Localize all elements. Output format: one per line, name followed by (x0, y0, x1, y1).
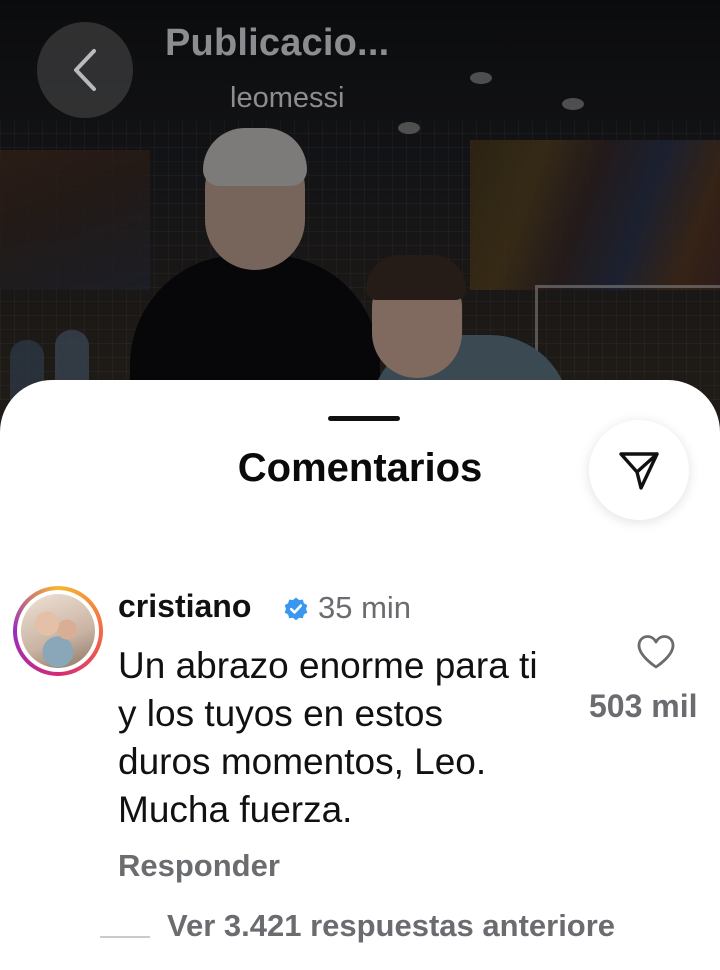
share-button[interactable] (589, 420, 689, 520)
avatar[interactable] (13, 586, 103, 676)
sheet-grabber[interactable] (328, 416, 400, 421)
avatar-border (17, 590, 99, 672)
comment-line: duros momentos, Leo. (118, 741, 487, 782)
comment-line: Un abrazo enorme para ti (118, 645, 538, 686)
reply-button[interactable]: Responder (118, 848, 280, 884)
page-subtitle[interactable]: leomessi (230, 82, 344, 115)
comment-line: Mucha fuerza. (118, 789, 353, 830)
heart-icon (637, 635, 675, 669)
view-replies-button[interactable]: Ver 3.421 respuestas anteriore (167, 908, 615, 944)
like-button[interactable] (636, 634, 676, 675)
comment-text: Un abrazo enorme para ti y los tuyos en … (118, 642, 598, 834)
verified-badge-icon (284, 597, 308, 621)
avatar-image (21, 594, 95, 668)
back-button[interactable] (37, 22, 133, 118)
chevron-left-icon (74, 49, 96, 91)
replies-divider (100, 936, 150, 938)
comment-time: 35 min (318, 590, 412, 625)
page-title: Publicacio... (165, 22, 390, 64)
comments-sheet: Comentarios cristiano 35 min Un abrazo e… (0, 380, 720, 970)
like-count: 503 mil (589, 688, 698, 724)
send-icon (619, 452, 659, 490)
comment-line: y los tuyos en estos (118, 693, 443, 734)
comment-username[interactable]: cristiano (118, 588, 251, 625)
